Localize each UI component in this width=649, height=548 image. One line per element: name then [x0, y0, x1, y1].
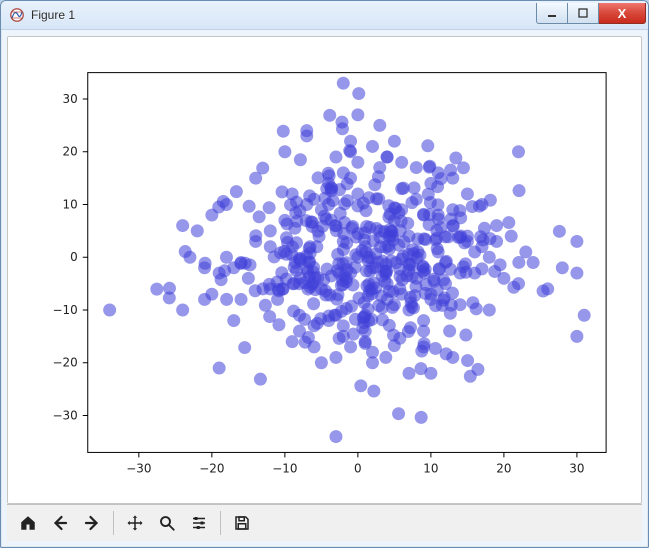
save-icon [233, 514, 251, 532]
svg-text:30: 30 [569, 461, 584, 475]
svg-text:20: 20 [63, 145, 78, 159]
arrow-left-icon [51, 514, 69, 532]
titlebar[interactable]: Figure 1 X [1, 1, 648, 30]
figure-window: Figure 1 X −30 −20 −10 0 10 20 30 −30 −20 −10 0 10… [0, 0, 649, 548]
pan-button[interactable] [120, 508, 150, 538]
svg-text:20: 20 [496, 461, 511, 475]
zoom-button[interactable] [152, 508, 182, 538]
svg-text:−10: −10 [53, 303, 78, 317]
scatter-plot: −30 −20 −10 0 10 20 30 −30 −20 −10 0 10 20 30 [8, 37, 641, 503]
plot-canvas[interactable]: −30 −20 −10 0 10 20 30 −30 −20 −10 0 10 20 30 [7, 36, 642, 504]
forward-button[interactable] [77, 508, 107, 538]
configure-subplots-button[interactable] [184, 508, 214, 538]
app-icon [9, 7, 25, 23]
window-controls: X [536, 3, 646, 23]
svg-text:0: 0 [70, 250, 78, 264]
minimize-button[interactable] [536, 3, 568, 24]
svg-text:0: 0 [354, 461, 362, 475]
save-button[interactable] [227, 508, 257, 538]
maximize-button[interactable] [568, 3, 599, 24]
svg-text:30: 30 [63, 92, 78, 106]
zoom-icon [158, 514, 176, 532]
svg-text:10: 10 [63, 197, 78, 211]
home-button[interactable] [13, 508, 43, 538]
home-icon [19, 514, 37, 532]
close-icon: X [618, 6, 627, 21]
svg-text:10: 10 [423, 461, 438, 475]
window-title: Figure 1 [31, 8, 530, 22]
toolbar-separator [113, 511, 114, 535]
matplotlib-toolbar [7, 504, 642, 541]
svg-text:−10: −10 [272, 461, 297, 475]
toolbar-separator [220, 511, 221, 535]
move-icon [126, 514, 144, 532]
close-button[interactable]: X [599, 3, 646, 24]
svg-text:−30: −30 [126, 461, 151, 475]
back-button[interactable] [45, 508, 75, 538]
svg-text:−20: −20 [53, 356, 78, 370]
svg-text:−20: −20 [199, 461, 224, 475]
svg-text:−30: −30 [53, 408, 78, 422]
sliders-icon [190, 514, 208, 532]
arrow-right-icon [83, 514, 101, 532]
